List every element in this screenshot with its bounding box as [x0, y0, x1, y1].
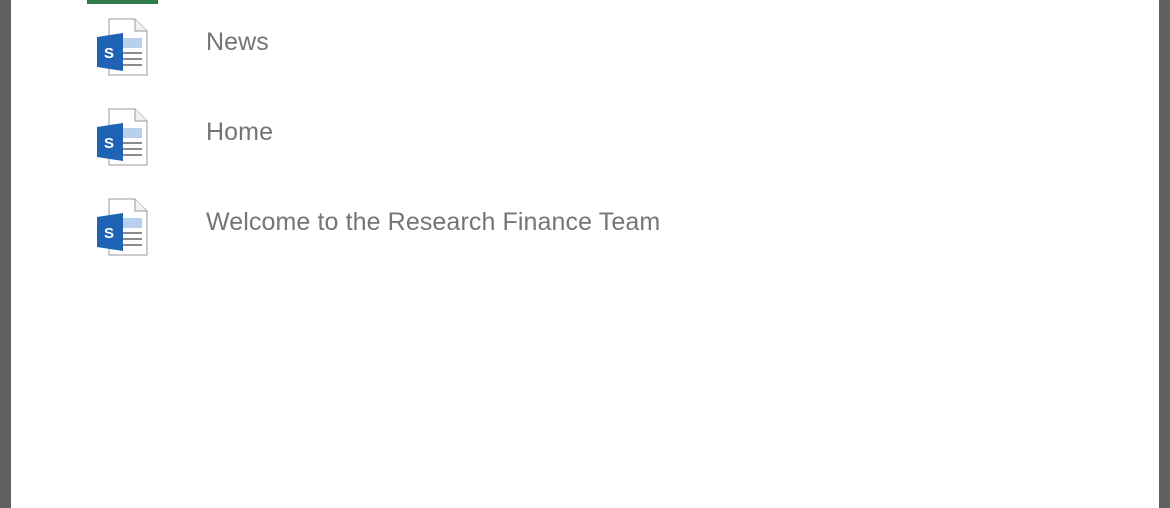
- list-item-welcome[interactable]: S Welcome to the Research Finance Team: [87, 190, 787, 256]
- content-panel: S News S Home S Welcome to the Research …: [11, 0, 1159, 508]
- list-item-label: Home: [206, 118, 274, 146]
- svg-text:S: S: [104, 135, 114, 152]
- sharepoint-page-icon: S: [97, 198, 149, 256]
- svg-text:S: S: [104, 45, 114, 62]
- sharepoint-page-icon: S: [97, 18, 149, 76]
- list-item-label: Welcome to the Research Finance Team: [206, 208, 661, 236]
- selected-tab-indicator: [87, 0, 158, 4]
- svg-text:S: S: [104, 225, 114, 242]
- window-backdrop: S News S Home S Welcome to the Research …: [0, 0, 1170, 508]
- list-item-news[interactable]: S News: [87, 10, 787, 76]
- sharepoint-page-icon: S: [97, 108, 149, 166]
- list-item-home[interactable]: S Home: [87, 100, 787, 166]
- list-item-label: News: [206, 28, 269, 56]
